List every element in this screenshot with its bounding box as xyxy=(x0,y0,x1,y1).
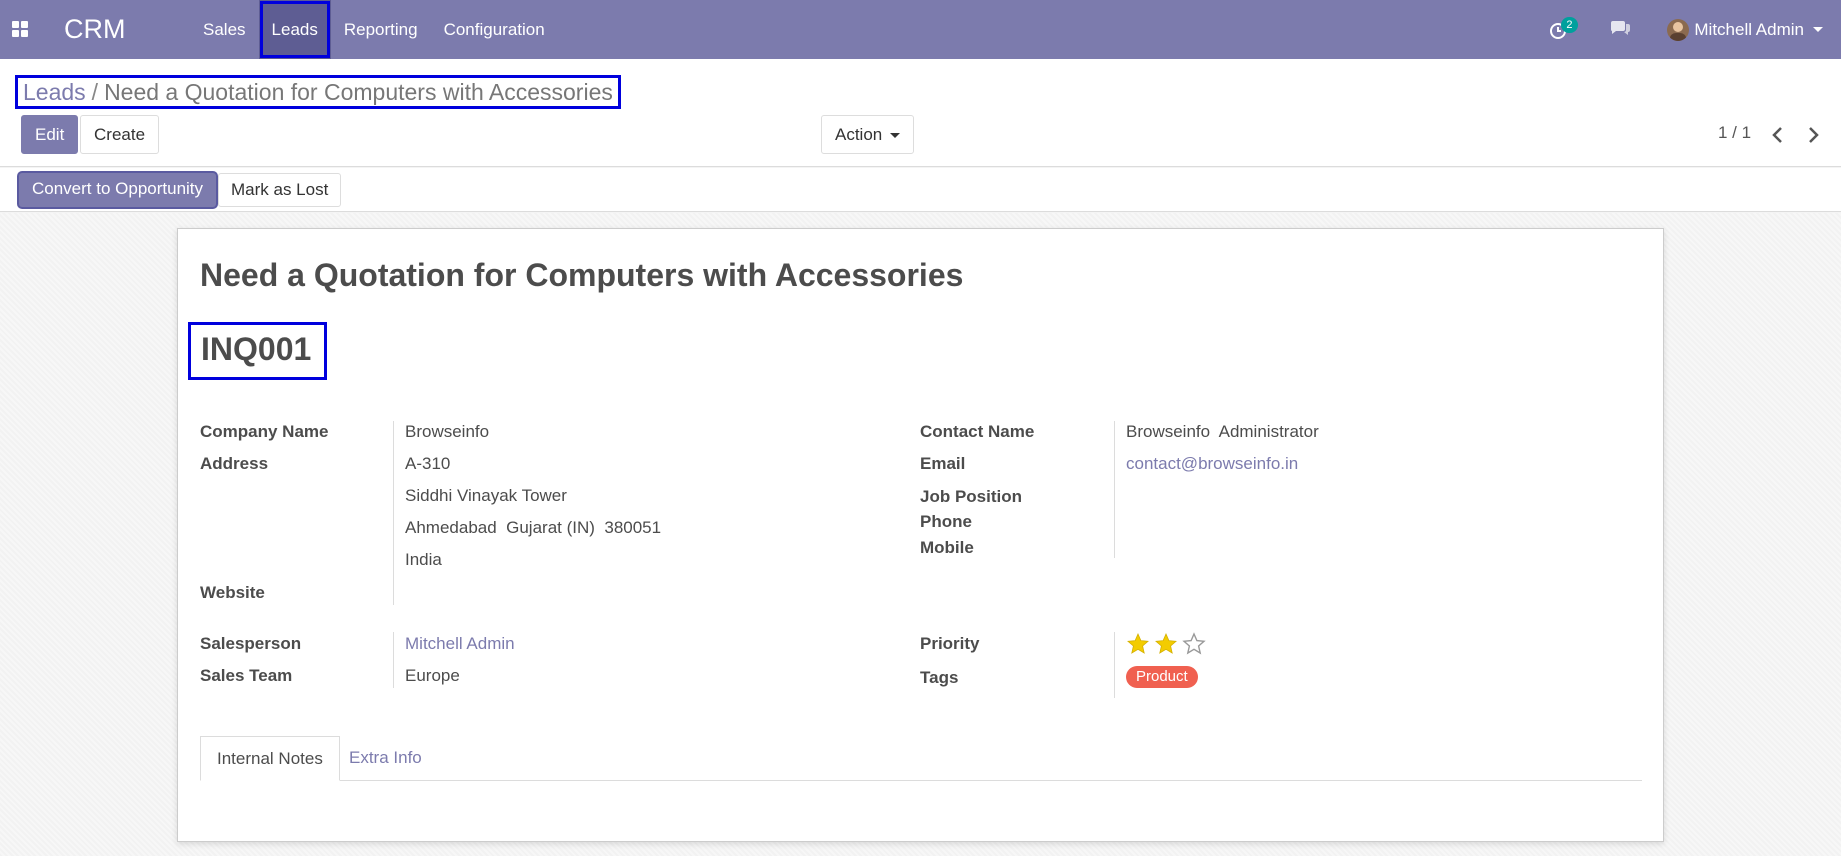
company-name-label: Company Name xyxy=(200,422,329,441)
breadcrumb-current: Need a Quotation for Computers with Acce… xyxy=(104,79,613,105)
pager-value[interactable]: 1 / 1 xyxy=(1718,123,1751,143)
status-bar: Convert to Opportunity Mark as Lost xyxy=(0,168,1841,212)
app-brand[interactable]: CRM xyxy=(64,14,126,45)
navbar-right: 2 Mitchell Admin xyxy=(1547,0,1841,59)
pager-next-icon[interactable] xyxy=(1803,125,1823,145)
field-divider xyxy=(393,632,394,688)
create-button[interactable]: Create xyxy=(80,115,160,154)
salesperson-link[interactable]: Mitchell Admin xyxy=(405,634,515,654)
priority-stars xyxy=(1126,632,1210,656)
address-line-4: India xyxy=(405,550,442,569)
sales-team-value: Europe xyxy=(405,666,460,685)
menu-item-leads[interactable]: Leads xyxy=(258,0,331,59)
address-label: Address xyxy=(200,454,269,473)
notebook-tabs: Internal Notes Extra Info xyxy=(200,736,1642,781)
main-menu: Sales Leads Reporting Configuration xyxy=(190,0,558,59)
action-dropdown[interactable]: Action xyxy=(821,115,915,154)
pager-previous-icon[interactable] xyxy=(1768,125,1788,145)
tag-product[interactable]: Product xyxy=(1126,666,1198,688)
priority-label: Priority xyxy=(920,634,980,653)
email-link[interactable]: contact@browseinfo.in xyxy=(1126,454,1298,474)
activity-badge: 2 xyxy=(1561,16,1578,33)
action-label: Action xyxy=(835,125,883,144)
menu-item-reporting[interactable]: Reporting xyxy=(331,0,431,59)
lead-form-sheet: Need a Quotation for Computers with Acce… xyxy=(177,228,1664,842)
user-name: Mitchell Admin xyxy=(1694,19,1804,39)
priority-star-2-icon[interactable] xyxy=(1154,632,1178,656)
address-line-1: A-310 xyxy=(405,454,451,473)
user-avatar xyxy=(1667,18,1690,41)
breadcrumb-separator: / xyxy=(91,79,99,105)
edit-button[interactable]: Edit xyxy=(21,115,79,154)
control-panel: Leads / Need a Quotation for Computers wit… xyxy=(0,59,1841,167)
caret-down-icon xyxy=(1813,27,1823,32)
phone-label: Phone xyxy=(920,512,972,531)
website-label: Website xyxy=(200,583,265,602)
tab-internal-notes[interactable]: Internal Notes xyxy=(200,736,340,781)
priority-star-1-icon[interactable] xyxy=(1126,632,1150,656)
mobile-label: Mobile xyxy=(920,538,974,557)
top-navbar: CRM Sales Leads Reporting Configuration … xyxy=(0,0,1841,59)
field-divider xyxy=(1114,632,1115,698)
salesperson-label: Salesperson xyxy=(200,634,302,653)
field-divider xyxy=(393,421,394,605)
breadcrumb: Leads / Need a Quotation for Computers wit… xyxy=(15,75,621,109)
sales-team-label: Sales Team xyxy=(200,666,293,685)
activity-button[interactable]: 2 xyxy=(1547,16,1578,44)
chat-icon[interactable] xyxy=(1609,20,1633,40)
lead-reference: INQ001 xyxy=(188,322,327,380)
menu-item-sales[interactable]: Sales xyxy=(190,0,259,59)
apps-menu-icon[interactable] xyxy=(12,21,29,38)
address-line-3: Ahmedabad Gujarat (IN) 380051 xyxy=(405,518,662,537)
tags-label: Tags xyxy=(920,668,959,687)
company-name-value: Browseinfo xyxy=(405,422,490,441)
contact-name-label: Contact Name xyxy=(920,422,1035,441)
convert-to-opportunity-button[interactable]: Convert to Opportunity xyxy=(19,173,217,207)
menu-item-configuration[interactable]: Configuration xyxy=(431,0,558,59)
field-divider xyxy=(1114,421,1115,558)
user-menu[interactable]: Mitchell Admin xyxy=(1667,18,1823,41)
breadcrumb-leads-link[interactable]: Leads xyxy=(23,79,86,105)
lead-title: Need a Quotation for Computers with Acce… xyxy=(200,257,964,293)
caret-down-icon xyxy=(890,133,901,139)
mark-as-lost-button[interactable]: Mark as Lost xyxy=(218,173,342,207)
priority-star-3-icon[interactable] xyxy=(1182,632,1206,656)
address-line-2: Siddhi Vinayak Tower xyxy=(405,486,567,505)
job-position-label: Job Position xyxy=(920,487,1022,506)
tab-extra-info[interactable]: Extra Info xyxy=(333,736,438,781)
contact-name-value: Browseinfo Administrator xyxy=(1126,422,1319,441)
email-label: Email xyxy=(920,454,966,473)
